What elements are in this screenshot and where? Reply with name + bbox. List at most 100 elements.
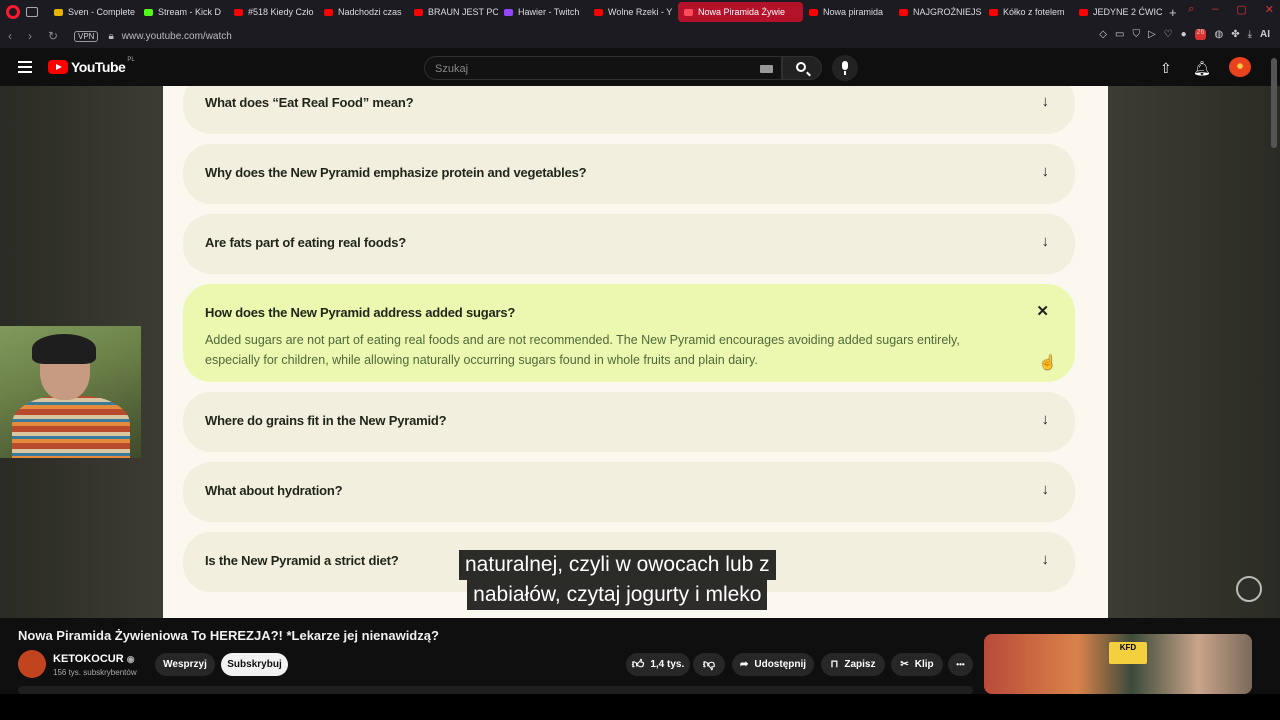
- play-icon[interactable]: ▷: [1148, 29, 1156, 40]
- workspaces-icon[interactable]: [26, 7, 38, 17]
- tab-label: Wolne Rzeki - Y: [608, 7, 673, 17]
- faq-question: How does the New Pyramid address added s…: [205, 305, 516, 320]
- window-controls: ⌕ – ▢ ✕: [1188, 3, 1274, 16]
- thumbs-up-icon: 👍︎: [631, 657, 645, 671]
- save-button[interactable]: ⊓ Zapisz: [821, 653, 885, 676]
- url-field[interactable]: www.youtube.com/watch: [122, 31, 232, 42]
- channel-avatar[interactable]: [18, 650, 46, 678]
- browser-tab[interactable]: Sven - Complete: [48, 2, 138, 22]
- channel-name-text: KETOKOCUR: [53, 653, 124, 665]
- lock-icon[interactable]: 🔒︎: [108, 31, 113, 42]
- download-icon[interactable]: ⤓: [1248, 29, 1252, 40]
- extension-badge[interactable]: 26: [1194, 29, 1207, 40]
- browser-tab[interactable]: Hawier - Twitch: [498, 2, 588, 22]
- faq-answer: Added sugars are not part of eating real…: [205, 333, 960, 367]
- clip-button[interactable]: ✂ Klip: [891, 653, 943, 676]
- vpn-badge[interactable]: VPN: [74, 30, 99, 42]
- shield-icon[interactable]: ⛉: [1132, 29, 1140, 40]
- close-icon: ✕: [1036, 303, 1049, 320]
- dislike-button[interactable]: 👎︎: [693, 653, 725, 676]
- extensions-bar: ◇ ▭ ⛉ ▷ ♡ ● 26 ◍ ✤ ⤓ AI: [1099, 29, 1270, 40]
- search-icon: [796, 62, 806, 72]
- channel-watermark-icon[interactable]: [1236, 576, 1262, 602]
- more-actions-button[interactable]: •••: [948, 653, 973, 676]
- minimize-icon[interactable]: –: [1212, 3, 1218, 16]
- browser-tab[interactable]: JEDYNE 2 ĆWIC: [1073, 2, 1163, 22]
- new-tab-button[interactable]: +: [1169, 5, 1177, 20]
- search-tabs-icon[interactable]: ⌕: [1188, 3, 1194, 16]
- share-label: Udostępnij: [754, 659, 807, 670]
- heart-icon[interactable]: ♡: [1164, 29, 1173, 40]
- thumbs-down-icon: 👎︎: [702, 657, 716, 671]
- streamer-headphones: [32, 334, 96, 364]
- browser-tab[interactable]: NAJGROŹNIEJS: [893, 2, 983, 22]
- search-button[interactable]: [782, 56, 822, 80]
- browser-tab-active[interactable]: Nowa Piramida Żywie: [678, 2, 803, 22]
- browser-tab[interactable]: Stream - Kick D: [138, 2, 228, 22]
- browser-tab[interactable]: #518 Kiedy Czło: [228, 2, 318, 22]
- faq-item: Where do grains fit in the New Pyramid? …: [183, 392, 1075, 452]
- scrollbar-thumb[interactable]: [1271, 58, 1277, 148]
- reload-icon[interactable]: ↻: [48, 29, 60, 43]
- share-icon: ➦: [739, 659, 749, 670]
- arrow-down-icon: ↓: [1041, 163, 1050, 180]
- share-button[interactable]: ➦ Udostępnij: [732, 653, 814, 676]
- bookmark-icon[interactable]: ◇: [1099, 29, 1107, 40]
- faq-question: Where do grains fit in the New Pyramid?: [205, 413, 447, 428]
- tab-label: Nowa piramida: [823, 7, 884, 17]
- keyboard-icon[interactable]: [760, 65, 773, 73]
- webcam-overlay: [0, 326, 141, 458]
- video-player[interactable]: What does “Eat Real Food” mean? ↓ Why do…: [0, 86, 1280, 618]
- address-bar: ‹ › ↻ VPN 🔒︎ www.youtube.com/watch ◇ ▭ ⛉…: [0, 24, 1280, 48]
- channel-name[interactable]: KETOKOCUR ◉: [53, 653, 135, 665]
- tab-label: Kółko z fotelem: [1003, 7, 1065, 17]
- puzzle-icon[interactable]: ✤: [1231, 29, 1239, 40]
- upload-icon[interactable]: ⇧: [1160, 60, 1172, 77]
- support-button[interactable]: Wesprzyj: [155, 653, 215, 676]
- tab-label: Nadchodzi czas: [338, 7, 402, 17]
- like-count: 1,4 tys.: [650, 659, 685, 670]
- extension-icon[interactable]: ●: [1181, 29, 1187, 40]
- browser-tab[interactable]: Kółko z fotelem: [983, 2, 1073, 22]
- save-label: Zapisz: [844, 659, 876, 670]
- account-avatar[interactable]: ◉: [1229, 57, 1251, 77]
- ai-button[interactable]: AI: [1260, 29, 1270, 40]
- snapshot-icon[interactable]: ▭: [1115, 29, 1124, 40]
- subscribe-button[interactable]: Subskrybuj: [221, 653, 288, 676]
- arrow-down-icon: ↓: [1041, 551, 1050, 568]
- menu-icon[interactable]: [18, 61, 32, 73]
- extension-icon[interactable]: ◍: [1214, 29, 1223, 40]
- subtitles: naturalnej, czyli w owocach lub z nabiał…: [459, 550, 776, 610]
- faq-question: Are fats part of eating real foods?: [205, 235, 407, 250]
- maximize-icon[interactable]: ▢: [1236, 3, 1246, 16]
- opera-logo-icon[interactable]: [6, 5, 20, 19]
- verified-icon: ◉: [126, 654, 135, 664]
- video-title: Nowa Piramida Żywieniowa To HEREZJA?! *L…: [18, 628, 439, 643]
- search-input[interactable]: Szukaj: [424, 56, 782, 80]
- like-button[interactable]: 👍︎ 1,4 tys.: [626, 653, 690, 676]
- arrow-down-icon: ↓: [1041, 233, 1050, 250]
- region-code: PL: [127, 57, 135, 63]
- microphone-icon[interactable]: [832, 55, 858, 81]
- tab-label: #518 Kiedy Czło: [248, 7, 314, 17]
- browser-tab[interactable]: Nowa piramida: [803, 2, 893, 22]
- tab-label: Hawier - Twitch: [518, 7, 580, 17]
- scrollbar[interactable]: [1271, 50, 1277, 690]
- tab-label: Stream - Kick D: [158, 7, 222, 17]
- close-window-icon[interactable]: ✕: [1265, 3, 1274, 16]
- back-icon[interactable]: ‹: [8, 29, 20, 43]
- tab-label: NAJGROŹNIEJS: [913, 7, 982, 17]
- browser-tab[interactable]: BRAUN JEST PO: [408, 2, 498, 22]
- browser-tab[interactable]: Wolne Rzeki - Y: [588, 2, 678, 22]
- bell-icon[interactable]: 🔔︎: [1193, 60, 1211, 77]
- browser-tab[interactable]: Nadchodzi czas: [318, 2, 408, 22]
- more-icon: •••: [956, 660, 965, 669]
- youtube-logo[interactable]: YouTube PL: [48, 57, 135, 75]
- search-placeholder: Szukaj: [435, 63, 469, 75]
- clip-label: Klip: [914, 659, 934, 670]
- faq-item: Why does the New Pyramid emphasize prote…: [183, 144, 1075, 204]
- recommended-video-thumbnail[interactable]: KFD: [984, 634, 1252, 694]
- subtitle-line: naturalnej, czyli w owocach lub z: [459, 550, 776, 580]
- forward-icon[interactable]: ›: [28, 29, 40, 43]
- description-box[interactable]: [18, 686, 973, 694]
